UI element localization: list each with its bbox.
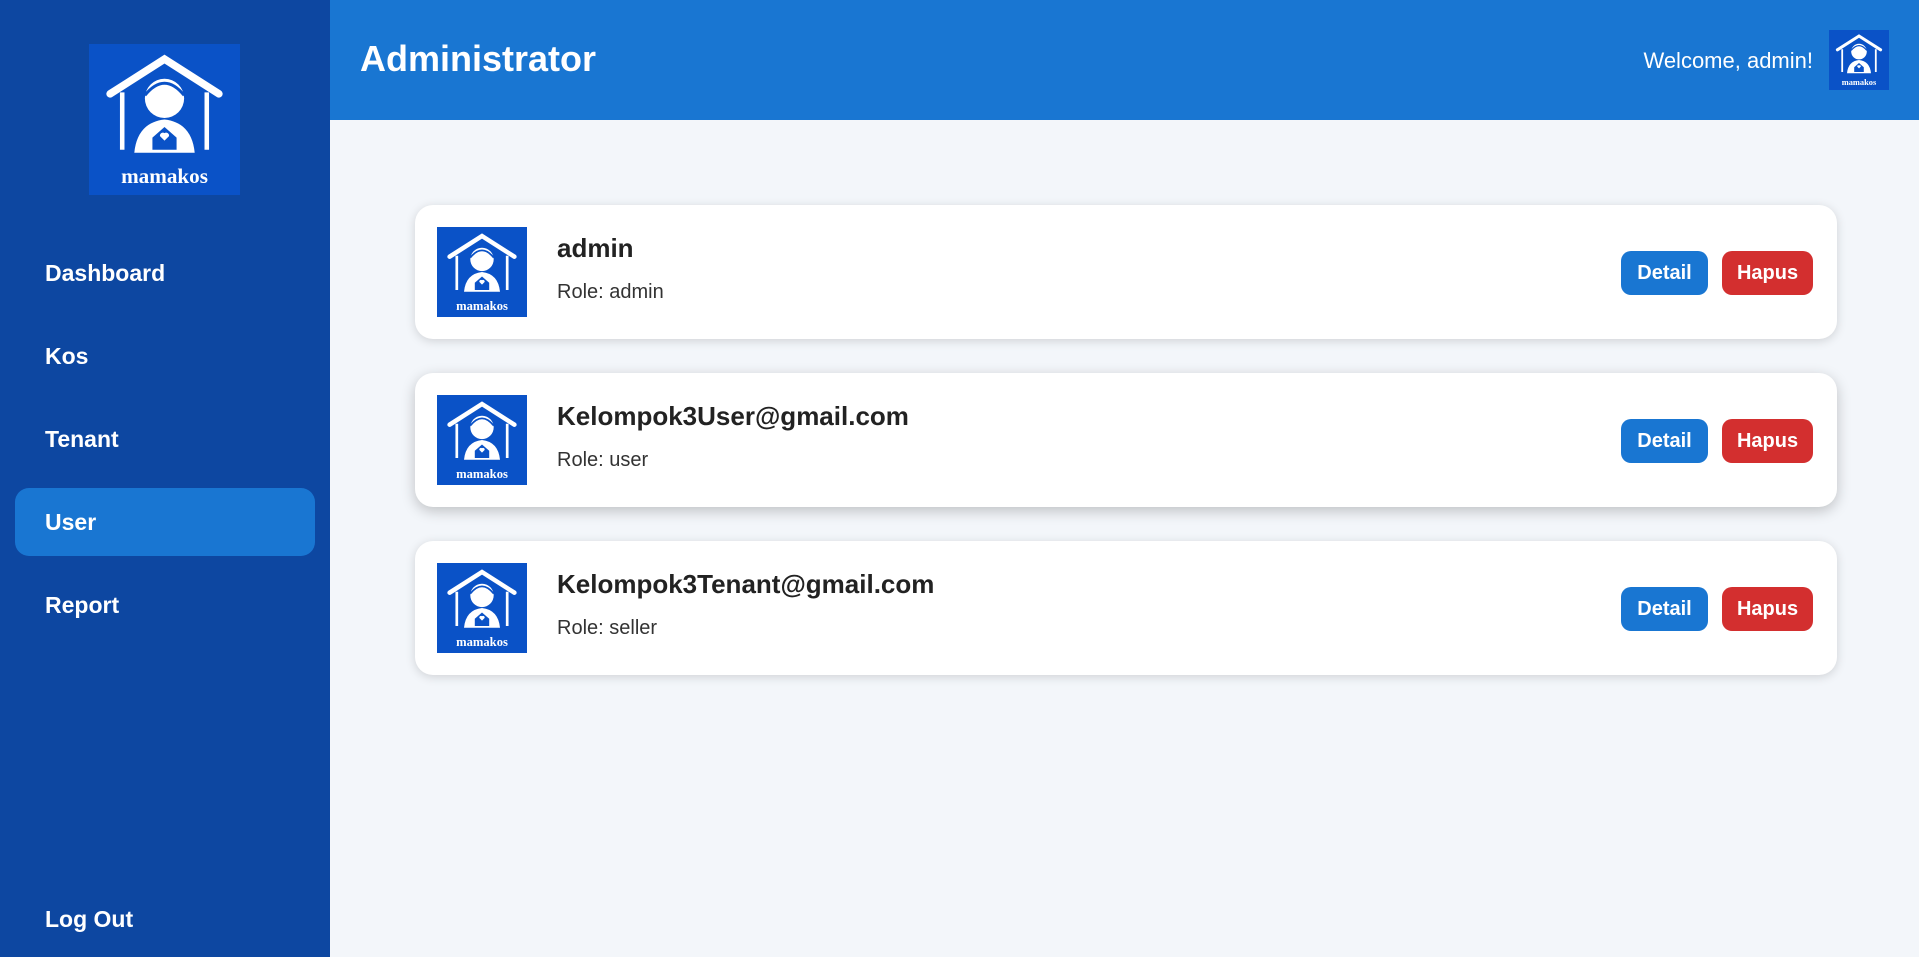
sidebar: mamakos Dashboard Kos Tenant User Report… (0, 0, 330, 957)
page-title: Administrator (360, 38, 597, 79)
user-avatar: mamakos (437, 395, 527, 485)
sidebar-nav: Dashboard Kos Tenant User Report (15, 239, 315, 654)
delete-button[interactable]: Hapus (1722, 251, 1813, 295)
svg-text:mamakos: mamakos (1842, 78, 1877, 87)
svg-text:mamakos: mamakos (456, 635, 508, 649)
user-role: Role: user (557, 449, 649, 471)
top-header: Administrator Welcome, admin! mamakos (330, 0, 1919, 120)
sidebar-item-dashboard[interactable]: Dashboard (15, 239, 315, 307)
user-avatar: mamakos (437, 563, 527, 653)
user-card: mamakos admin Role: admin Detail Hapus (415, 205, 1837, 339)
user-name: Kelompok3User@gmail.com (557, 401, 909, 431)
sidebar-item-user[interactable]: User (15, 488, 315, 556)
user-card: mamakos Kelompok3User@gmail.com Role: us… (415, 373, 1837, 507)
user-role: Role: seller (557, 617, 658, 639)
svg-text:mamakos: mamakos (456, 299, 508, 313)
detail-button[interactable]: Detail (1621, 251, 1708, 295)
user-name: admin (557, 233, 634, 263)
main-content: mamakos admin Role: admin Detail Hapus m… (330, 120, 1919, 957)
svg-text:mamakos: mamakos (121, 164, 208, 188)
detail-button[interactable]: Detail (1621, 419, 1708, 463)
user-name: Kelompok3Tenant@gmail.com (557, 569, 935, 599)
mamakos-logo-icon[interactable]: mamakos (89, 44, 240, 195)
detail-button[interactable]: Detail (1621, 587, 1708, 631)
sidebar-item-kos[interactable]: Kos (15, 322, 315, 390)
svg-text:mamakos: mamakos (456, 467, 508, 481)
user-avatar: mamakos (437, 227, 527, 317)
user-card: mamakos Kelompok3Tenant@gmail.com Role: … (415, 541, 1837, 675)
welcome-text: Welcome, admin! (1643, 48, 1813, 73)
sidebar-item-report[interactable]: Report (15, 571, 315, 639)
logout-link[interactable]: Log Out (45, 906, 133, 933)
sidebar-item-tenant[interactable]: Tenant (15, 405, 315, 473)
user-role: Role: admin (557, 281, 664, 303)
avatar[interactable]: mamakos (1829, 30, 1889, 90)
delete-button[interactable]: Hapus (1722, 419, 1813, 463)
delete-button[interactable]: Hapus (1722, 587, 1813, 631)
